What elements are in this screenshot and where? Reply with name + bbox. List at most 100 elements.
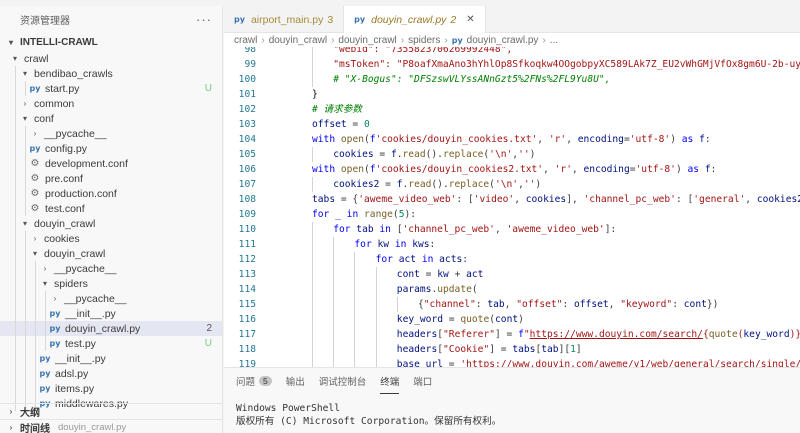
indent-guide — [333, 297, 335, 312]
indent-guide — [45, 321, 46, 336]
tab-debug-console[interactable]: 调试控制台 — [319, 368, 367, 394]
timeline-section[interactable]: › 时间线 douyin_crawl.py — [0, 419, 223, 433]
tree-folder[interactable]: ▾ crawl — [0, 51, 222, 66]
more-actions-icon[interactable]: ··· — [196, 12, 212, 27]
explorer-sidebar: 资源管理器 ··· ▾ INTELLI-CRAWL ▾ crawl ▾ bendiba… — [0, 6, 223, 433]
line-number: 117 — [238, 329, 256, 340]
tree-folder[interactable]: › __pycache__ — [0, 261, 222, 276]
tree-file[interactable]: ⚙ development.conf — [0, 156, 222, 171]
gear-icon: ⚙ — [30, 173, 40, 184]
indent-guide — [375, 312, 377, 327]
tab-terminal[interactable]: 终端 — [380, 368, 400, 394]
line-number: 116 — [238, 314, 256, 325]
code-text: offset = 0 — [312, 119, 370, 130]
tree-item-label: __pycache__ — [64, 292, 127, 305]
code-line: 116 key_word = quote(cont) — [224, 312, 800, 327]
tree-folder[interactable]: ▾ douyin_crawl — [0, 216, 222, 231]
tree-file[interactable]: py __init__.py — [0, 306, 222, 321]
breadcrumb-item[interactable]: douyin_crawl — [269, 35, 327, 46]
indent-guide — [312, 222, 313, 237]
tree-file[interactable]: py adsl.py — [0, 366, 222, 381]
terminal-line: 版权所有 (C) Microsoft Corporation。保留所有权利。 — [236, 416, 502, 427]
python-file-icon: py — [451, 35, 463, 45]
line-number: 113 — [238, 269, 256, 280]
tab-problem-count: 2 — [450, 13, 457, 26]
tab-debug-console-label: 调试控制台 — [318, 377, 367, 388]
editor-tabs: py airport_main.py 3 py douyin_crawl.py … — [224, 6, 800, 33]
code-line: 103 offset = 0 — [224, 117, 800, 132]
workspace-section-header[interactable]: ▾ INTELLI-CRAWL — [0, 33, 222, 51]
tab-problems[interactable]: 问题 5 — [236, 368, 272, 394]
chevron-right-icon: › — [542, 34, 546, 46]
breadcrumb-item[interactable]: spiders — [408, 35, 440, 46]
code-line: 100 # "X-Bogus": "DFSzswVLYssANnGzt5%2FNs… — [224, 72, 800, 87]
line-number: 99 — [244, 59, 256, 70]
line-number: 112 — [238, 254, 256, 265]
breadcrumb-item[interactable]: crawl — [234, 35, 257, 46]
tree-folder[interactable]: › common — [0, 96, 222, 111]
code-text: # 请求参数 — [312, 104, 362, 115]
tree-file[interactable]: py __init__.py — [0, 351, 222, 366]
tree-folder[interactable]: ▾ douyin_crawl — [0, 246, 222, 261]
tree-file[interactable]: py items.py — [0, 381, 222, 396]
explorer-title: 资源管理器 — [20, 16, 70, 27]
tab-douyin-crawl[interactable]: py douyin_crawl.py 2 ✕ — [344, 6, 486, 33]
tree-file[interactable]: py test.py U — [0, 336, 222, 351]
tab-ports-label: 端口 — [413, 377, 433, 388]
close-icon[interactable]: ✕ — [466, 14, 474, 25]
tab-label: douyin_crawl.py — [371, 13, 447, 26]
tree-folder[interactable]: › cookies — [0, 231, 222, 246]
python-file-icon: py — [39, 354, 51, 363]
tree-item-label: config.py — [45, 142, 88, 155]
tree-item-label: start.py — [45, 82, 80, 95]
python-file-icon: py — [49, 339, 61, 348]
indent-guide — [375, 267, 377, 282]
code-editor[interactable]: 98 "webid": "7355823706269992448", 99 "msTo… — [224, 47, 800, 367]
tab-airport-main[interactable]: py airport_main.py 3 — [224, 6, 345, 33]
tree-file[interactable]: ⚙ production.conf — [0, 186, 222, 201]
tree-folder[interactable]: ▾ spiders — [0, 276, 222, 291]
indent-guide — [312, 297, 313, 312]
code-text: for act in acts: — [375, 254, 469, 265]
problem-count-badge: 2 — [206, 323, 212, 334]
chevron-right-icon: › — [9, 407, 13, 416]
tree-item-label: adsl.py — [55, 367, 89, 380]
breadcrumb-item[interactable]: douyin_crawl.py — [467, 35, 539, 46]
tree-file[interactable]: py douyin_crawl.py 2 — [0, 321, 222, 336]
indent-guide — [312, 57, 313, 72]
tree-file[interactable]: py config.py — [0, 141, 222, 156]
python-file-icon: py — [354, 15, 366, 24]
tree-folder[interactable]: ▾ conf — [0, 111, 222, 126]
tree-folder[interactable]: › __pycache__ — [0, 126, 222, 141]
breadcrumb-item[interactable]: ... — [550, 35, 558, 46]
tree-folder[interactable]: ▾ bendibao_crawls — [0, 66, 222, 81]
tree-folder[interactable]: › __pycache__ — [0, 291, 222, 306]
tree-file[interactable]: ⚙ pre.conf — [0, 171, 222, 186]
tab-problem-count: 3 — [327, 13, 334, 26]
code-text: # "X-Bogus": "DFSzswVLYssANnGzt5%2FNs%2F… — [333, 74, 611, 85]
indent-guide — [25, 141, 26, 156]
outline-section[interactable]: › 大纲 — [0, 403, 223, 419]
indent-guide — [15, 66, 16, 81]
line-number: 115 — [238, 299, 256, 310]
timeline-label: 时间线 — [20, 424, 50, 433]
tree-item-label: __init__.py — [55, 352, 106, 365]
tree-file[interactable]: py start.py U — [0, 81, 222, 96]
indent-guide — [25, 321, 26, 336]
tree-item-label: douyin_crawl — [34, 217, 96, 230]
breadcrumb-item[interactable]: douyin_crawl — [338, 35, 396, 46]
indent-guide — [15, 126, 16, 141]
tab-ports[interactable]: 端口 — [413, 368, 432, 394]
indent-guide — [375, 297, 377, 312]
code-text: headers["Referer"] = f"https://www.douyi… — [396, 329, 800, 340]
tree-item-label: crawl — [24, 52, 49, 65]
tree-file[interactable]: ⚙ test.conf — [0, 201, 222, 216]
panel-tabs: 问题 5 输出 调试控制台 终端 端口 — [224, 368, 800, 394]
indent-guide — [312, 72, 313, 87]
indent-guide — [25, 246, 26, 261]
tree-item-label: cookies — [44, 232, 80, 245]
code-line: 101} — [224, 87, 800, 102]
chevron-down-icon: ▾ — [32, 249, 37, 258]
terminal[interactable]: Windows PowerShell 版权所有 (C) Microsoft Co… — [224, 394, 800, 428]
tab-output[interactable]: 输出 — [286, 368, 305, 394]
